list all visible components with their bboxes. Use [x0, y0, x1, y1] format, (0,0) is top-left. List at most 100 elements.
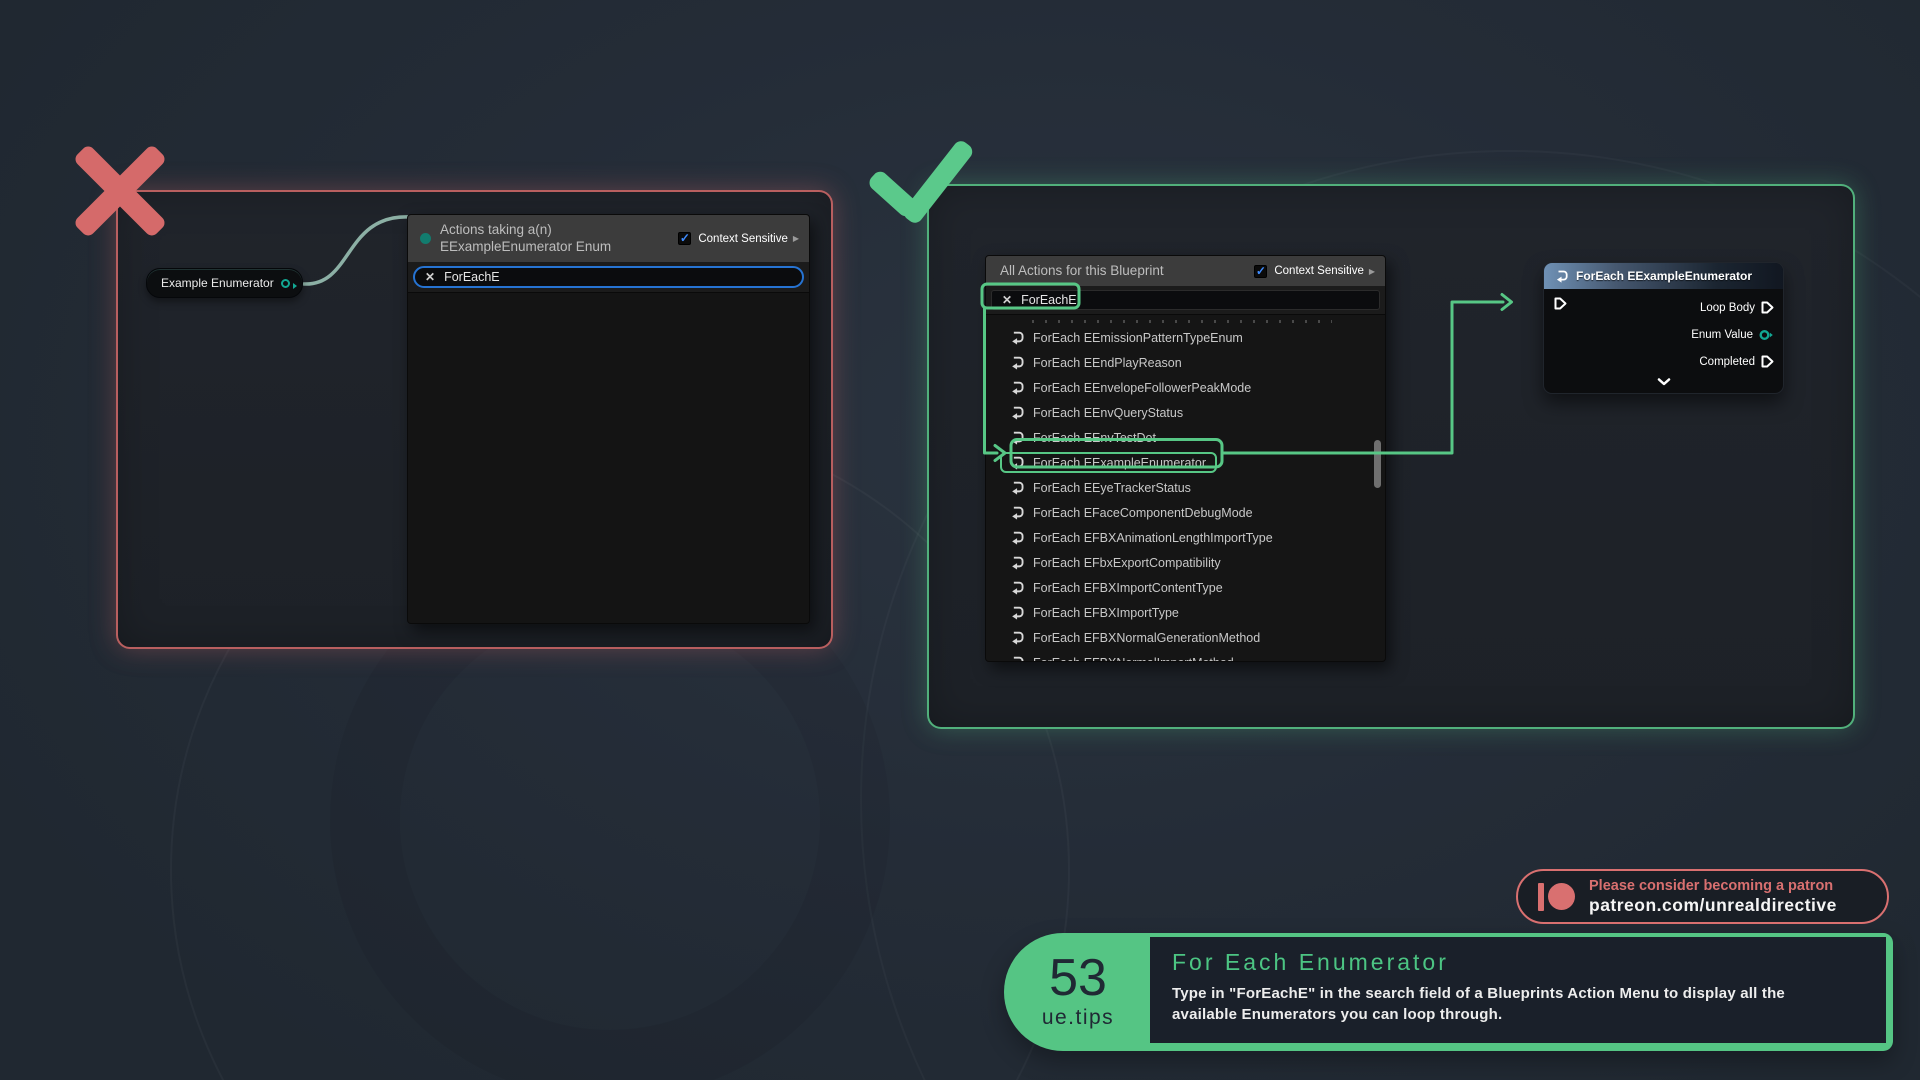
exec-pin-icon[interactable] [1761, 301, 1774, 314]
patreon-logo-icon [1538, 883, 1574, 911]
list-item-label: ForEach EFBXNormalImportMethod [1033, 656, 1234, 662]
node-title-bar[interactable]: ForEach EExampleEnumerator [1544, 263, 1783, 289]
list-item[interactable]: ForEach EFBXAnimationLengthImportType [986, 525, 1385, 550]
foreach-loop-icon [1008, 455, 1025, 470]
node-title: ForEach EExampleEnumerator [1576, 269, 1752, 283]
context-sensitive-checkbox[interactable]: ✓ [1254, 265, 1267, 278]
scrollbar-thumb[interactable] [1374, 440, 1381, 488]
node-output-pins: Loop Body Enum Value [1691, 294, 1774, 375]
enum-pin-icon[interactable] [1759, 329, 1774, 341]
menu-header: All Actions for this Blueprint ✓ Context… [986, 256, 1385, 286]
context-sensitive-checkbox[interactable]: ✓ [678, 232, 691, 245]
clear-search-icon[interactable]: ✕ [1002, 293, 1012, 307]
menu-title-line2: EExampleEnumerator Enum [440, 239, 611, 255]
foreach-loop-icon [1008, 355, 1025, 370]
search-input[interactable]: ✕ ForEachE [991, 290, 1380, 310]
tip-site: ue.tips [1042, 1006, 1114, 1030]
correct-example-panel: All Actions for this Blueprint ✓ Context… [927, 184, 1855, 729]
context-action-menu: Actions taking a(n) EExampleEnumerator E… [407, 214, 810, 624]
foreach-loop-icon [1008, 530, 1025, 545]
foreach-loop-icon [1553, 269, 1569, 283]
enum-output-pin-icon[interactable] [281, 279, 290, 288]
list-item[interactable]: ForEach EEmissionPatternTypeEnum [986, 325, 1385, 350]
foreach-loop-icon [1008, 630, 1025, 645]
all-actions-menu: All Actions for this Blueprint ✓ Context… [985, 255, 1386, 662]
search-strip: ✕ ForEachE [986, 286, 1385, 314]
tip-number: 53 [1049, 954, 1107, 1003]
search-input[interactable]: ✕ ForEachE [413, 266, 804, 288]
node-label: Example Enumerator [161, 276, 274, 290]
action-results-list[interactable]: ForEach EEmissionPatternTypeEnum ForEach… [986, 314, 1385, 661]
list-item[interactable]: ForEach EEnvTestDot [986, 425, 1385, 450]
submenu-arrow-icon[interactable]: ▶ [1369, 267, 1375, 276]
foreach-loop-icon [1008, 430, 1025, 445]
tip-footer: 53 ue.tips For Each Enumerator Type in "… [1004, 933, 1893, 1051]
list-item[interactable]: ForEach EEndPlayReason [986, 350, 1385, 375]
list-item-label: ForEach EFBXImportType [1033, 606, 1179, 620]
pin-label: Loop Body [1700, 302, 1755, 314]
foreach-loop-icon [1008, 655, 1025, 661]
list-item-label: ForEach EExampleEnumerator [1033, 456, 1206, 470]
list-item-label: ForEach EEmissionPatternTypeEnum [1033, 331, 1243, 345]
foreach-loop-icon [1008, 555, 1025, 570]
search-value: ForEachE [444, 270, 500, 284]
page: Example Enumerator Actions taking a(n) E… [0, 0, 1920, 1080]
exec-input-pin-icon[interactable] [1554, 297, 1567, 310]
foreach-loop-icon [1008, 605, 1025, 620]
node-pin-row[interactable]: Loop Body [1691, 294, 1774, 321]
context-sensitive-label: Context Sensitive [1274, 265, 1364, 277]
tip-title: For Each Enumerator [1172, 949, 1868, 976]
list-item[interactable]: ForEach EExampleEnumerator [986, 450, 1385, 475]
pin-label: Completed [1699, 356, 1755, 368]
search-strip: ✕ ForEachE [408, 262, 809, 292]
list-item-label: ForEach EFBXAnimationLengthImportType [1033, 531, 1273, 545]
list-item[interactable]: ForEach EFBXNormalImportMethod [986, 650, 1385, 661]
foreach-loop-icon [1008, 480, 1025, 495]
list-item-label: ForEach EEndPlayReason [1033, 356, 1182, 370]
list-item-label: ForEach EEnvQueryStatus [1033, 406, 1183, 420]
menu-title: Actions taking a(n) EExampleEnumerator E… [440, 222, 611, 254]
list-item[interactable]: ForEach EEyeTrackerStatus [986, 475, 1385, 500]
search-value: ForEachE [1021, 293, 1077, 307]
foreach-loop-icon [1008, 580, 1025, 595]
list-item[interactable]: ForEach EFBXImportType [986, 600, 1385, 625]
list-item-label: ForEach EFBXImportContentType [1033, 581, 1223, 595]
list-item[interactable]: ForEach EEnvQueryStatus [986, 400, 1385, 425]
patreon-url[interactable]: patreon.com/unrealdirective [1589, 895, 1837, 916]
submenu-arrow-icon[interactable]: ▶ [793, 234, 799, 243]
list-item-label: ForEach EEnvelopeFollowerPeakMode [1033, 381, 1251, 395]
node-pin-row[interactable]: Completed [1691, 348, 1774, 375]
clipped-list-row [1032, 320, 1332, 323]
list-item[interactable]: ForEach EEnvelopeFollowerPeakMode [986, 375, 1385, 400]
list-item-label: ForEach EFbxExportCompatibility [1033, 556, 1221, 570]
empty-results-area [408, 292, 809, 623]
tip-info-box: For Each Enumerator Type in "ForEachE" i… [1150, 937, 1886, 1043]
pin-label: Enum Value [1691, 329, 1753, 341]
list-item-label: ForEach EFaceComponentDebugMode [1033, 506, 1253, 520]
example-enumerator-node[interactable]: Example Enumerator [146, 268, 303, 298]
list-item[interactable]: ForEach EFbxExportCompatibility [986, 550, 1385, 575]
wrong-example-panel: Example Enumerator Actions taking a(n) E… [116, 190, 833, 649]
exec-pin-icon[interactable] [1761, 355, 1774, 368]
menu-title: All Actions for this Blueprint [1000, 263, 1164, 279]
menu-title-line1: Actions taking a(n) [440, 222, 611, 238]
patreon-banner[interactable]: Please consider becoming a patron patreo… [1516, 869, 1889, 924]
node-pin-row[interactable]: Enum Value [1691, 321, 1774, 348]
tip-number-badge: 53 ue.tips [1004, 933, 1152, 1051]
list-item[interactable]: ForEach EFBXNormalGenerationMethod [986, 625, 1385, 650]
collapse-chevron-icon[interactable] [1657, 378, 1671, 386]
correct-check-mark-icon [866, 128, 986, 236]
list-item[interactable]: ForEach EFBXImportContentType [986, 575, 1385, 600]
list-item-label: ForEach EEnvTestDot [1033, 431, 1156, 445]
context-sensitive-label: Context Sensitive [698, 233, 788, 245]
foreach-loop-icon [1008, 405, 1025, 420]
wrong-x-mark-icon [64, 134, 176, 246]
tip-description: Type in "ForEachE" in the search field o… [1172, 983, 1812, 1026]
list-item[interactable]: ForEach EFaceComponentDebugMode [986, 500, 1385, 525]
foreach-loop-icon [1008, 380, 1025, 395]
foreach-loop-icon [1008, 330, 1025, 345]
enum-type-dot-icon [420, 233, 431, 244]
foreach-loop-icon [1008, 505, 1025, 520]
foreach-blueprint-node[interactable]: ForEach EExampleEnumerator Loop Body [1543, 262, 1784, 394]
clear-search-icon[interactable]: ✕ [425, 270, 435, 284]
